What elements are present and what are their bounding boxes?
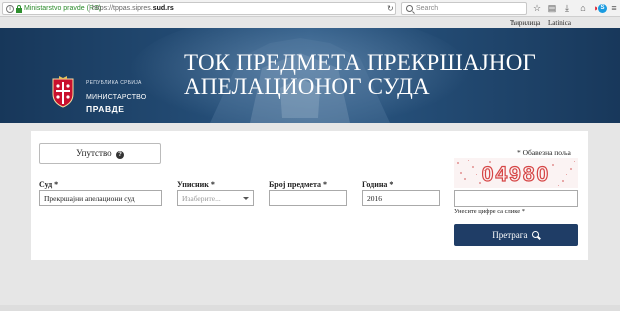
- home-icon[interactable]: ⌂: [578, 3, 588, 13]
- page-bottom-area: [0, 305, 620, 311]
- search-button[interactable]: Претрага: [454, 224, 578, 246]
- captcha-code: 04980: [482, 163, 550, 186]
- search-form-card: Упутство ? * Обавезна поља 04980 Суд * У…: [31, 131, 588, 260]
- skype-icon[interactable]: S: [598, 4, 607, 13]
- question-circle-icon: ?: [115, 151, 124, 159]
- chevron-down-icon: [243, 197, 249, 200]
- captcha-input[interactable]: [454, 190, 578, 207]
- info-icon[interactable]: i: [6, 5, 14, 13]
- search-icon: [531, 231, 540, 239]
- url-separator: [89, 4, 90, 13]
- registry-label: Уписник *: [177, 180, 215, 189]
- page-title-line-1: ТОК ПРЕДМЕТА ПРЕКРШАЈНОГ: [184, 50, 537, 75]
- captcha-label: Унесите цифре са слике *: [454, 208, 526, 215]
- case-number-input[interactable]: [269, 190, 347, 206]
- search-placeholder: Search: [416, 5, 439, 12]
- reload-icon[interactable]: ↻: [387, 5, 394, 13]
- court-select[interactable]: Прекршајни апелациони суд: [39, 190, 162, 206]
- search-icon: [406, 5, 413, 12]
- year-label: Година *: [362, 180, 394, 189]
- address-bar[interactable]: i Ministarstvo pravde (RS) https://tppas…: [2, 2, 396, 15]
- ministry-sub-label: ПРАВДЕ: [86, 104, 125, 114]
- registry-select[interactable]: Изаберите...: [177, 190, 254, 206]
- lang-latin-link[interactable]: Latinica: [548, 19, 571, 27]
- coat-of-arms-logo: [52, 76, 74, 108]
- search-button-label: Претрага: [492, 230, 528, 240]
- case-number-label: Број предмета *: [269, 180, 327, 189]
- instructions-label: Упутство: [76, 148, 112, 158]
- bookmark-star-icon[interactable]: ☆: [532, 3, 542, 13]
- republic-label: РЕПУБЛИКА СРБИЈА: [86, 80, 142, 86]
- url-text[interactable]: https://tppas.sipres.sud.rs: [92, 5, 174, 12]
- browser-search-input[interactable]: Search: [401, 2, 527, 15]
- library-icon[interactable]: ▤: [547, 3, 557, 13]
- required-fields-note: * Обавезна поља: [517, 148, 571, 157]
- registry-placeholder: Изаберите...: [182, 194, 221, 203]
- page-title-line-2: АПЕЛАЦИОНОГ СУДА: [184, 74, 430, 99]
- court-label: Суд *: [39, 180, 59, 189]
- lang-cyrillic-link[interactable]: Ћирилица: [510, 19, 540, 27]
- ministry-label: МИНИСТАРСТВО: [86, 94, 147, 101]
- menu-icon[interactable]: ≡: [609, 3, 619, 13]
- year-input[interactable]: 2016: [362, 190, 440, 206]
- header-banner: РЕПУБЛИКА СРБИЈА МИНИСТАРСТВО ПРАВДЕ ТОК…: [0, 28, 620, 123]
- instructions-button[interactable]: Упутство ?: [39, 143, 161, 164]
- browser-toolbar: i Ministarstvo pravde (RS) https://tppas…: [0, 0, 620, 17]
- lock-icon[interactable]: [16, 5, 22, 13]
- captcha-image: 04980: [454, 158, 578, 188]
- download-icon[interactable]: ⤓: [562, 3, 572, 13]
